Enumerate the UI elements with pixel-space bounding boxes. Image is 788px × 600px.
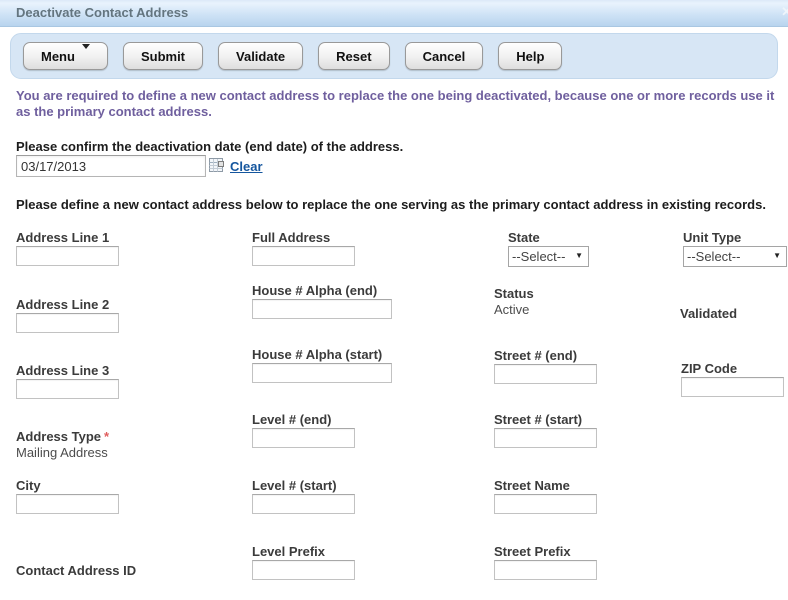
field-validated: Validated <box>680 306 737 322</box>
field-street-num-end: Street # (end) <box>494 348 597 384</box>
street-prefix-label: Street Prefix <box>494 544 597 559</box>
field-zip-code: ZIP Code <box>681 361 784 397</box>
street-num-start-label: Street # (start) <box>494 412 597 427</box>
level-prefix-input[interactable] <box>252 560 355 580</box>
status-label: Status <box>494 286 534 301</box>
address-line-1-input[interactable] <box>16 246 119 266</box>
street-num-start-input[interactable] <box>494 428 597 448</box>
menu-button-label: Menu <box>41 49 75 64</box>
house-alpha-end-label: House # Alpha (end) <box>252 283 392 298</box>
field-level-prefix: Level Prefix <box>252 544 355 580</box>
level-num-end-label: Level # (end) <box>252 412 355 427</box>
field-status: Status Active <box>494 286 534 318</box>
city-input[interactable] <box>16 494 119 514</box>
full-address-input[interactable] <box>252 246 355 266</box>
calendar-icon[interactable] <box>209 158 225 179</box>
deactivate-contact-address-window: Deactivate Contact Address ✕ Menu Submit… <box>0 0 788 600</box>
state-select[interactable]: --Select-- <box>508 246 589 267</box>
toolbar: Menu Submit Validate Reset Cancel Help <box>10 33 778 79</box>
field-full-address: Full Address <box>252 230 355 266</box>
deactivation-date-input[interactable] <box>16 155 206 177</box>
cancel-button[interactable]: Cancel <box>405 42 484 70</box>
field-contact-address-id: Contact Address ID <box>16 563 136 579</box>
page-title: Deactivate Contact Address <box>16 0 188 26</box>
validate-button[interactable]: Validate <box>218 42 303 70</box>
field-street-num-start: Street # (start) <box>494 412 597 448</box>
address-line-2-input[interactable] <box>16 313 119 333</box>
house-alpha-start-label: House # Alpha (start) <box>252 347 392 362</box>
field-house-alpha-end: House # Alpha (end) <box>252 283 392 319</box>
status-value: Active <box>494 302 534 318</box>
street-num-end-label: Street # (end) <box>494 348 597 363</box>
street-prefix-input[interactable] <box>494 560 597 580</box>
address-line-3-label: Address Line 3 <box>16 363 119 378</box>
zip-code-label: ZIP Code <box>681 361 784 376</box>
field-house-alpha-start: House # Alpha (start) <box>252 347 392 383</box>
menu-dropdown-icon <box>82 49 90 64</box>
submit-button[interactable]: Submit <box>123 42 203 70</box>
field-address-type: Address Type* Mailing Address <box>16 429 109 461</box>
contact-address-id-label: Contact Address ID <box>16 563 136 578</box>
define-address-label: Please define a new contact address belo… <box>16 197 766 212</box>
address-type-label: Address Type* <box>16 429 109 444</box>
street-num-end-input[interactable] <box>494 364 597 384</box>
state-label: State <box>508 230 589 245</box>
level-num-end-input[interactable] <box>252 428 355 448</box>
address-line-1-label: Address Line 1 <box>16 230 119 245</box>
field-level-num-end: Level # (end) <box>252 412 355 448</box>
clear-date-link[interactable]: Clear <box>230 159 263 174</box>
title-bar: Deactivate Contact Address ✕ <box>0 0 788 27</box>
level-num-start-label: Level # (start) <box>252 478 355 493</box>
menu-button[interactable]: Menu <box>23 42 108 70</box>
unit-type-label: Unit Type <box>683 230 787 245</box>
toolbar-button-row: Menu Submit Validate Reset Cancel Help <box>23 42 562 70</box>
help-button[interactable]: Help <box>498 42 562 70</box>
street-name-input[interactable] <box>494 494 597 514</box>
field-unit-type: Unit Type --Select-- ▼ <box>683 230 787 267</box>
house-alpha-start-input[interactable] <box>252 363 392 383</box>
city-label: City <box>16 478 119 493</box>
level-num-start-input[interactable] <box>252 494 355 514</box>
address-type-value: Mailing Address <box>16 445 109 461</box>
warning-message: You are required to define a new contact… <box>16 88 780 120</box>
unit-type-select[interactable]: --Select-- <box>683 246 787 267</box>
field-address-line-1: Address Line 1 <box>16 230 119 266</box>
field-address-line-3: Address Line 3 <box>16 363 119 399</box>
address-line-2-label: Address Line 2 <box>16 297 119 312</box>
field-city: City <box>16 478 119 514</box>
validated-label: Validated <box>680 306 737 321</box>
field-address-line-2: Address Line 2 <box>16 297 119 333</box>
reset-button[interactable]: Reset <box>318 42 389 70</box>
confirm-date-label: Please confirm the deactivation date (en… <box>16 139 403 154</box>
house-alpha-end-input[interactable] <box>252 299 392 319</box>
field-street-prefix: Street Prefix <box>494 544 597 580</box>
field-street-name: Street Name <box>494 478 597 514</box>
full-address-label: Full Address <box>252 230 355 245</box>
field-level-num-start: Level # (start) <box>252 478 355 514</box>
zip-code-input[interactable] <box>681 377 784 397</box>
address-line-3-input[interactable] <box>16 379 119 399</box>
field-state: State --Select-- ▼ <box>508 230 589 267</box>
level-prefix-label: Level Prefix <box>252 544 355 559</box>
close-icon[interactable]: ✕ <box>781 4 788 20</box>
required-asterisk: * <box>104 429 109 444</box>
street-name-label: Street Name <box>494 478 597 493</box>
